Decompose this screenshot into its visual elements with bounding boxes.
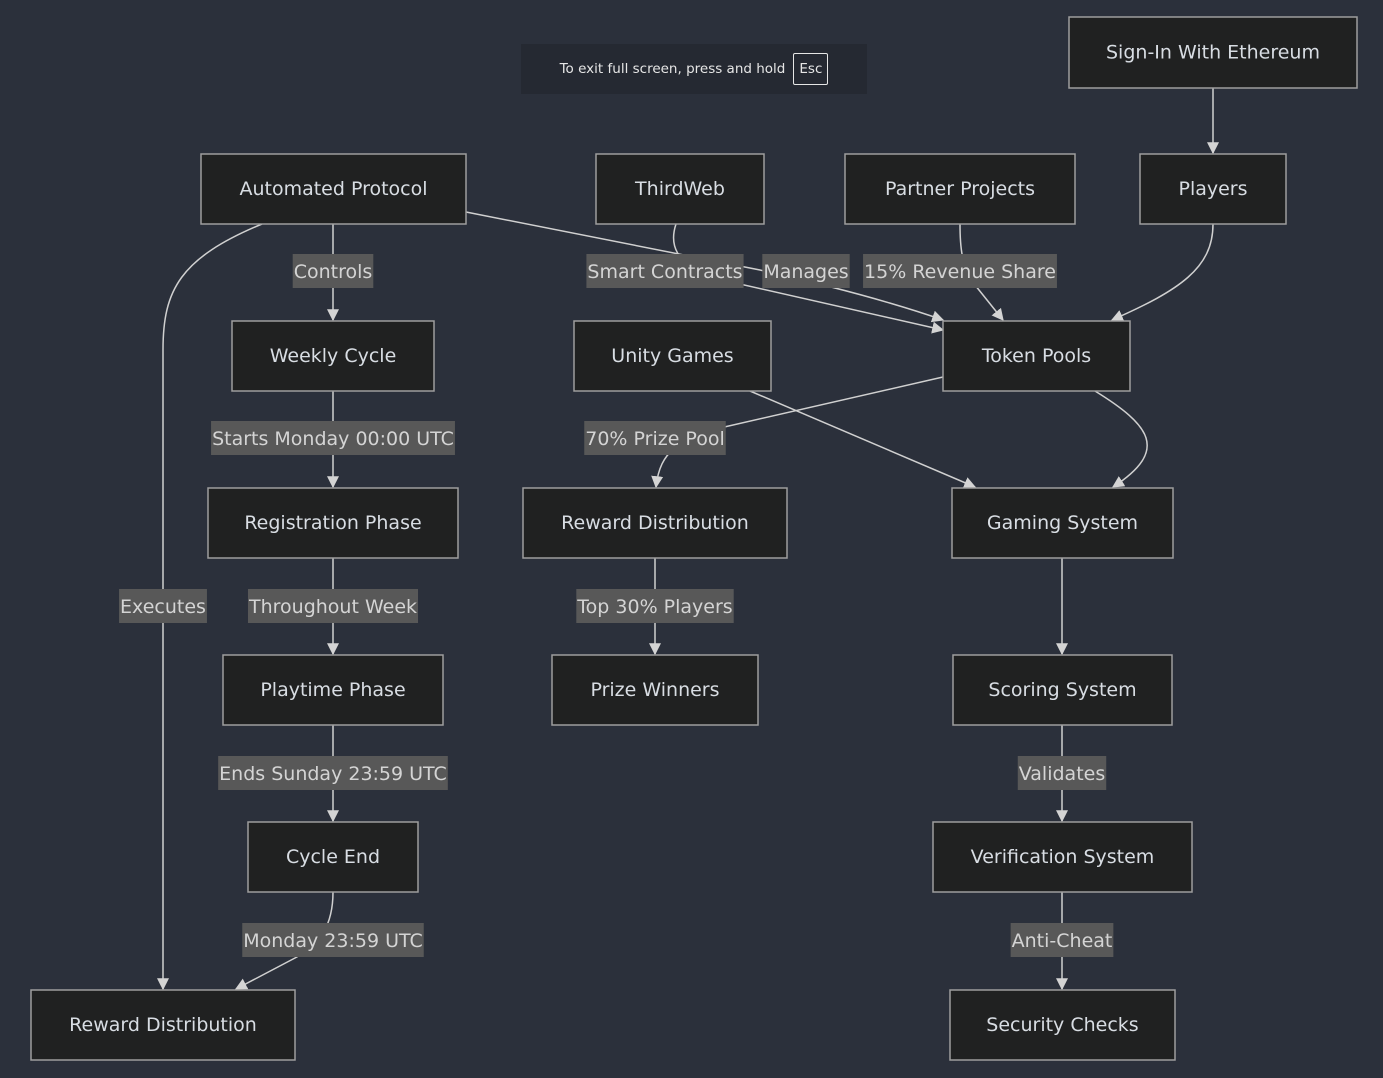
edge-label: Validates [1017, 756, 1107, 790]
node-label: Gaming System [987, 512, 1138, 534]
node-playtime-phase[interactable]: Playtime Phase [222, 654, 444, 726]
node-label: Automated Protocol [239, 178, 427, 200]
node-partner-projects[interactable]: Partner Projects [844, 153, 1076, 225]
node-verification-system[interactable]: Verification System [932, 821, 1193, 893]
node-scoring-system[interactable]: Scoring System [952, 654, 1173, 726]
edge-label: Throughout Week [247, 589, 419, 623]
node-cycle-end[interactable]: Cycle End [247, 821, 419, 893]
node-label: Reward Distribution [561, 512, 749, 534]
node-prize-winners[interactable]: Prize Winners [551, 654, 759, 726]
node-token-pools[interactable]: Token Pools [942, 320, 1131, 392]
edge-label-text: Manages [763, 261, 848, 283]
node-label: Weekly Cycle [270, 345, 397, 367]
edge-label: Controls [292, 254, 374, 288]
edge-label-text: Controls [294, 261, 373, 283]
node-label: Playtime Phase [260, 679, 405, 701]
node-label: Security Checks [986, 1014, 1138, 1036]
edge-label: 15% Revenue Share [863, 254, 1057, 288]
nodes-layer: Sign-In With Ethereum Automated Protocol T… [30, 16, 1358, 1061]
edge-label: Anti-Cheat [1010, 923, 1114, 957]
edge-label: Smart Contracts [586, 254, 744, 288]
edge-label: Manages [762, 254, 850, 288]
node-label: Sign-In With Ethereum [1106, 42, 1320, 64]
edge-label-text: Starts Monday 00:00 UTC [212, 428, 454, 450]
edge-label-text: 15% Revenue Share [864, 261, 1056, 283]
edge-label: 70% Prize Pool [584, 421, 726, 455]
node-reward-distribution[interactable]: Reward Distribution [522, 487, 788, 559]
edge-unity-to-gaming [749, 390, 977, 489]
node-label: Verification System [971, 846, 1155, 868]
node-thirdweb[interactable]: ThirdWeb [595, 153, 765, 225]
node-sign-in-with-ethereum[interactable]: Sign-In With Ethereum [1068, 16, 1358, 89]
node-unity-games[interactable]: Unity Games [573, 320, 772, 392]
edge-label: Starts Monday 00:00 UTC [211, 421, 455, 455]
node-label: Scoring System [988, 679, 1136, 701]
node-registration-phase[interactable]: Registration Phase [207, 487, 459, 559]
node-label: Players [1178, 178, 1247, 200]
edge-label-text: Monday 23:59 UTC [243, 930, 423, 952]
node-automated-protocol[interactable]: Automated Protocol [200, 153, 467, 225]
node-label: Unity Games [611, 345, 733, 367]
edge-label-text: Executes [120, 596, 206, 618]
edge-label-text: 70% Prize Pool [585, 428, 725, 450]
node-players[interactable]: Players [1139, 153, 1287, 225]
node-label: Prize Winners [590, 679, 719, 701]
edge-label-text: Validates [1019, 763, 1105, 785]
edge-label-text: Top 30% Players [576, 596, 732, 618]
node-label: ThirdWeb [634, 178, 725, 200]
node-gaming-system[interactable]: Gaming System [951, 487, 1174, 559]
edge-label: Executes [119, 589, 207, 623]
edge-label: Top 30% Players [576, 589, 734, 623]
node-label: Cycle End [286, 846, 380, 868]
fullscreen-exit-notice: To exit full screen, press and hold Esc [521, 44, 867, 94]
edge-label-text: Anti-Cheat [1012, 930, 1113, 952]
edge-label: Monday 23:59 UTC [242, 923, 424, 957]
edge-label: Ends Sunday 23:59 UTC [218, 756, 448, 790]
node-label: Token Pools [981, 345, 1091, 367]
flowchart-diagram: Controls Executes Manages Smart Contracts 15… [30, 16, 1358, 1061]
edge-players-to-pools [1110, 223, 1214, 322]
fullscreen-notice-message: To exit full screen, press and hold [559, 61, 786, 77]
edge-label-text: Throughout Week [248, 596, 417, 618]
edge-label-text: Smart Contracts [587, 261, 742, 283]
esc-key-hint: Esc [793, 53, 829, 85]
node-label: Registration Phase [244, 512, 421, 534]
node-security-checks[interactable]: Security Checks [949, 989, 1176, 1061]
edge-label-text: Ends Sunday 23:59 UTC [219, 763, 447, 785]
node-weekly-cycle[interactable]: Weekly Cycle [231, 320, 435, 392]
node-reward-distribution[interactable]: Reward Distribution [30, 989, 296, 1061]
edge-pools-to-gaming [1094, 390, 1148, 488]
node-label: Reward Distribution [69, 1014, 257, 1036]
node-label: Partner Projects [885, 178, 1035, 200]
